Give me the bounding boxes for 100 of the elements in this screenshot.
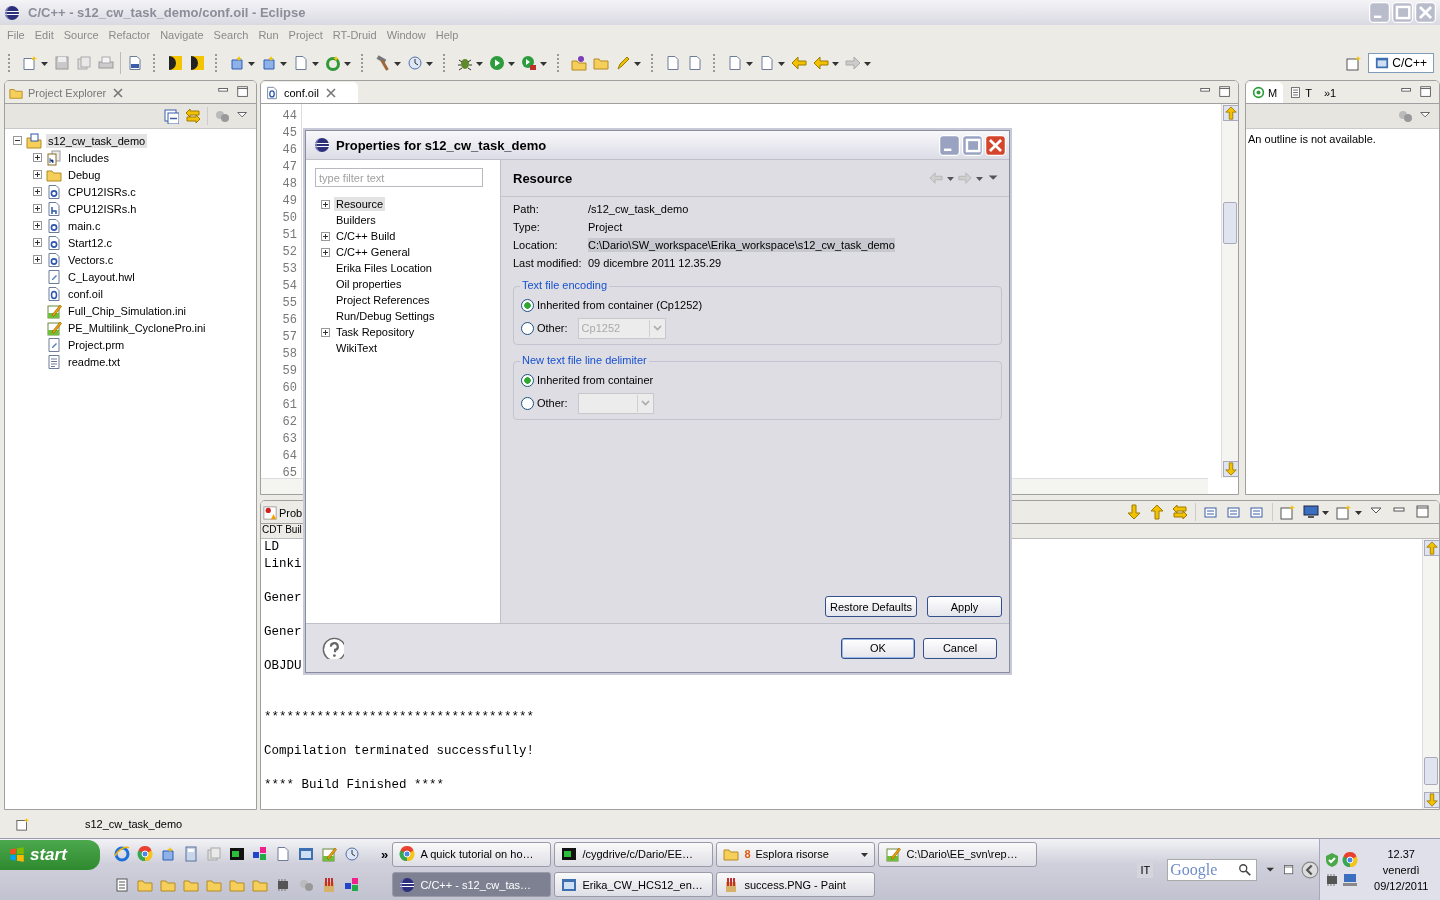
tree-item[interactable]: Full_Chip_Simulation.ini — [66, 303, 188, 318]
dialog-button[interactable]: Restore Defaults — [825, 596, 917, 617]
window-icon[interactable] — [298, 846, 315, 863]
maximize-icon[interactable] — [1419, 85, 1433, 99]
language-indicator[interactable]: IT — [1137, 861, 1154, 878]
new-console-icon[interactable] — [1280, 504, 1296, 520]
expand-toggle[interactable] — [321, 231, 330, 241]
squares-icon[interactable] — [344, 876, 361, 893]
tree-item[interactable]: Project References — [334, 293, 432, 307]
terminal-icon[interactable] — [229, 846, 246, 863]
expand-toggle[interactable] — [321, 327, 330, 337]
tree-item[interactable]: Erika Files Location — [334, 261, 434, 275]
tree-item[interactable]: C_Layout.hwl — [66, 269, 137, 284]
more-button[interactable]: » — [381, 846, 389, 862]
document-icon[interactable] — [727, 54, 743, 71]
tree-item[interactable]: Start12.c — [66, 235, 115, 250]
perspective-button[interactable]: C/C++ — [1368, 52, 1434, 73]
close-icon[interactable] — [113, 87, 124, 98]
collapse-all-icon[interactable] — [163, 108, 179, 124]
scrollbar-thumb[interactable] — [1424, 757, 1438, 785]
taskbar-button[interactable]: C/C++ - s12_cw_tas… — [392, 872, 552, 898]
open-perspective-icon[interactable] — [1346, 54, 1363, 71]
caret-icon[interactable] — [832, 61, 839, 66]
arrow-down-icon[interactable] — [1126, 504, 1142, 520]
expand-toggle[interactable] — [33, 153, 42, 162]
network-icon[interactable] — [1342, 871, 1359, 888]
arrow-up-icon[interactable] — [1424, 540, 1439, 556]
folder-icon[interactable] — [571, 54, 587, 71]
maximize-icon[interactable] — [1283, 863, 1296, 876]
maximize-icon[interactable] — [1415, 504, 1431, 520]
squares-icon[interactable] — [252, 846, 269, 863]
maximize-button[interactable] — [962, 134, 983, 156]
tree-item[interactable]: Includes — [66, 150, 111, 165]
tree-item[interactable]: readme.txt — [66, 354, 122, 369]
new-console-icon[interactable] — [16, 817, 30, 831]
search-field[interactable]: Google — [1167, 858, 1258, 881]
taskbar-button[interactable]: success.PNG - Paint — [716, 872, 876, 898]
tree-item[interactable]: C/C++ Build — [334, 229, 398, 243]
help-icon[interactable] — [322, 637, 344, 659]
tree-item[interactable]: PE_Multilink_CyclonePro.ini — [66, 320, 208, 335]
tree-item[interactable]: Oil properties — [334, 277, 404, 291]
notepad-icon[interactable] — [321, 846, 338, 863]
caret-icon[interactable] — [41, 61, 48, 66]
tree-item[interactable]: WikiText — [334, 341, 379, 355]
tree-item[interactable]: Task Repository — [334, 325, 417, 339]
arrow-up-icon[interactable] — [1149, 504, 1165, 520]
taskbar-button[interactable]: Erika_CW_HCS12_en… — [554, 872, 714, 898]
maximize-icon[interactable] — [1218, 85, 1232, 99]
new-item-icon[interactable] — [160, 846, 177, 863]
pin-icon[interactable] — [1203, 504, 1219, 520]
caret-icon[interactable] — [1355, 511, 1362, 515]
dialog-button[interactable]: Cancel — [923, 637, 997, 659]
radio-button[interactable] — [521, 298, 534, 312]
caret-icon[interactable] — [1322, 511, 1329, 515]
caret-icon[interactable] — [508, 61, 515, 66]
expand-toggle[interactable] — [321, 247, 330, 257]
caret-icon[interactable] — [947, 177, 954, 181]
tree-item[interactable]: CPU12ISRs.c — [66, 184, 138, 199]
radio-button[interactable] — [521, 321, 534, 335]
document-icon[interactable] — [759, 54, 775, 71]
caret-icon[interactable] — [312, 61, 319, 66]
field-value[interactable]: /s12_cw_task_demo — [588, 202, 689, 216]
shield-icon[interactable] — [1324, 851, 1341, 868]
document-icon[interactable] — [127, 54, 143, 71]
close-button[interactable] — [985, 134, 1006, 156]
tree-item[interactable]: Resource — [334, 197, 386, 211]
tree-item[interactable]: Builders — [334, 213, 378, 227]
gears-icon[interactable] — [1397, 108, 1413, 124]
maximize-icon[interactable] — [236, 85, 250, 99]
taskbar-button[interactable]: C:\Dario\EE_svn\rep… — [878, 841, 1038, 867]
filter-field[interactable]: type filter text — [315, 168, 483, 187]
hammer-icon[interactable] — [375, 54, 391, 71]
new-file-icon[interactable] — [22, 54, 38, 71]
scrollbar-thumb[interactable] — [1223, 202, 1237, 244]
field-value[interactable]: C:\Dario\SW_workspace\Erika_workspace\s12_cw_task_demo — [588, 238, 895, 252]
tree-item[interactable]: s12_cw_task_demo — [46, 133, 148, 148]
clock-icon[interactable] — [344, 846, 361, 863]
tree-item[interactable]: CPU12ISRs.h — [66, 201, 139, 216]
caret-icon[interactable] — [634, 61, 641, 66]
expand-toggle[interactable] — [33, 238, 42, 247]
document-icon[interactable] — [275, 846, 292, 863]
radio-button[interactable] — [521, 396, 534, 410]
expand-toggle[interactable] — [13, 136, 22, 145]
caret-icon[interactable] — [746, 61, 753, 66]
taskbar-button[interactable]: /cygdrive/c/Dario/EE… — [554, 841, 714, 867]
view-tab[interactable]: »1 — [1317, 82, 1343, 103]
expand-toggle[interactable] — [33, 204, 42, 213]
search-icon[interactable] — [1238, 862, 1253, 877]
tree-item[interactable]: main.c — [66, 218, 103, 233]
taskbar-button[interactable]: 8 Esplora risorse — [716, 841, 876, 867]
pin-icon[interactable] — [1249, 504, 1265, 520]
dialog-button[interactable]: OK — [841, 637, 915, 659]
view-tab[interactable]: T — [1283, 82, 1318, 103]
document-icon[interactable] — [687, 54, 703, 71]
radio-button[interactable] — [521, 373, 534, 387]
minimize-button[interactable] — [939, 134, 960, 156]
chevron-icon[interactable] — [1301, 860, 1320, 879]
expand-toggle[interactable] — [321, 199, 330, 209]
tree-item[interactable]: Run/Debug Settings — [334, 309, 437, 323]
caret-icon[interactable] — [426, 61, 433, 66]
